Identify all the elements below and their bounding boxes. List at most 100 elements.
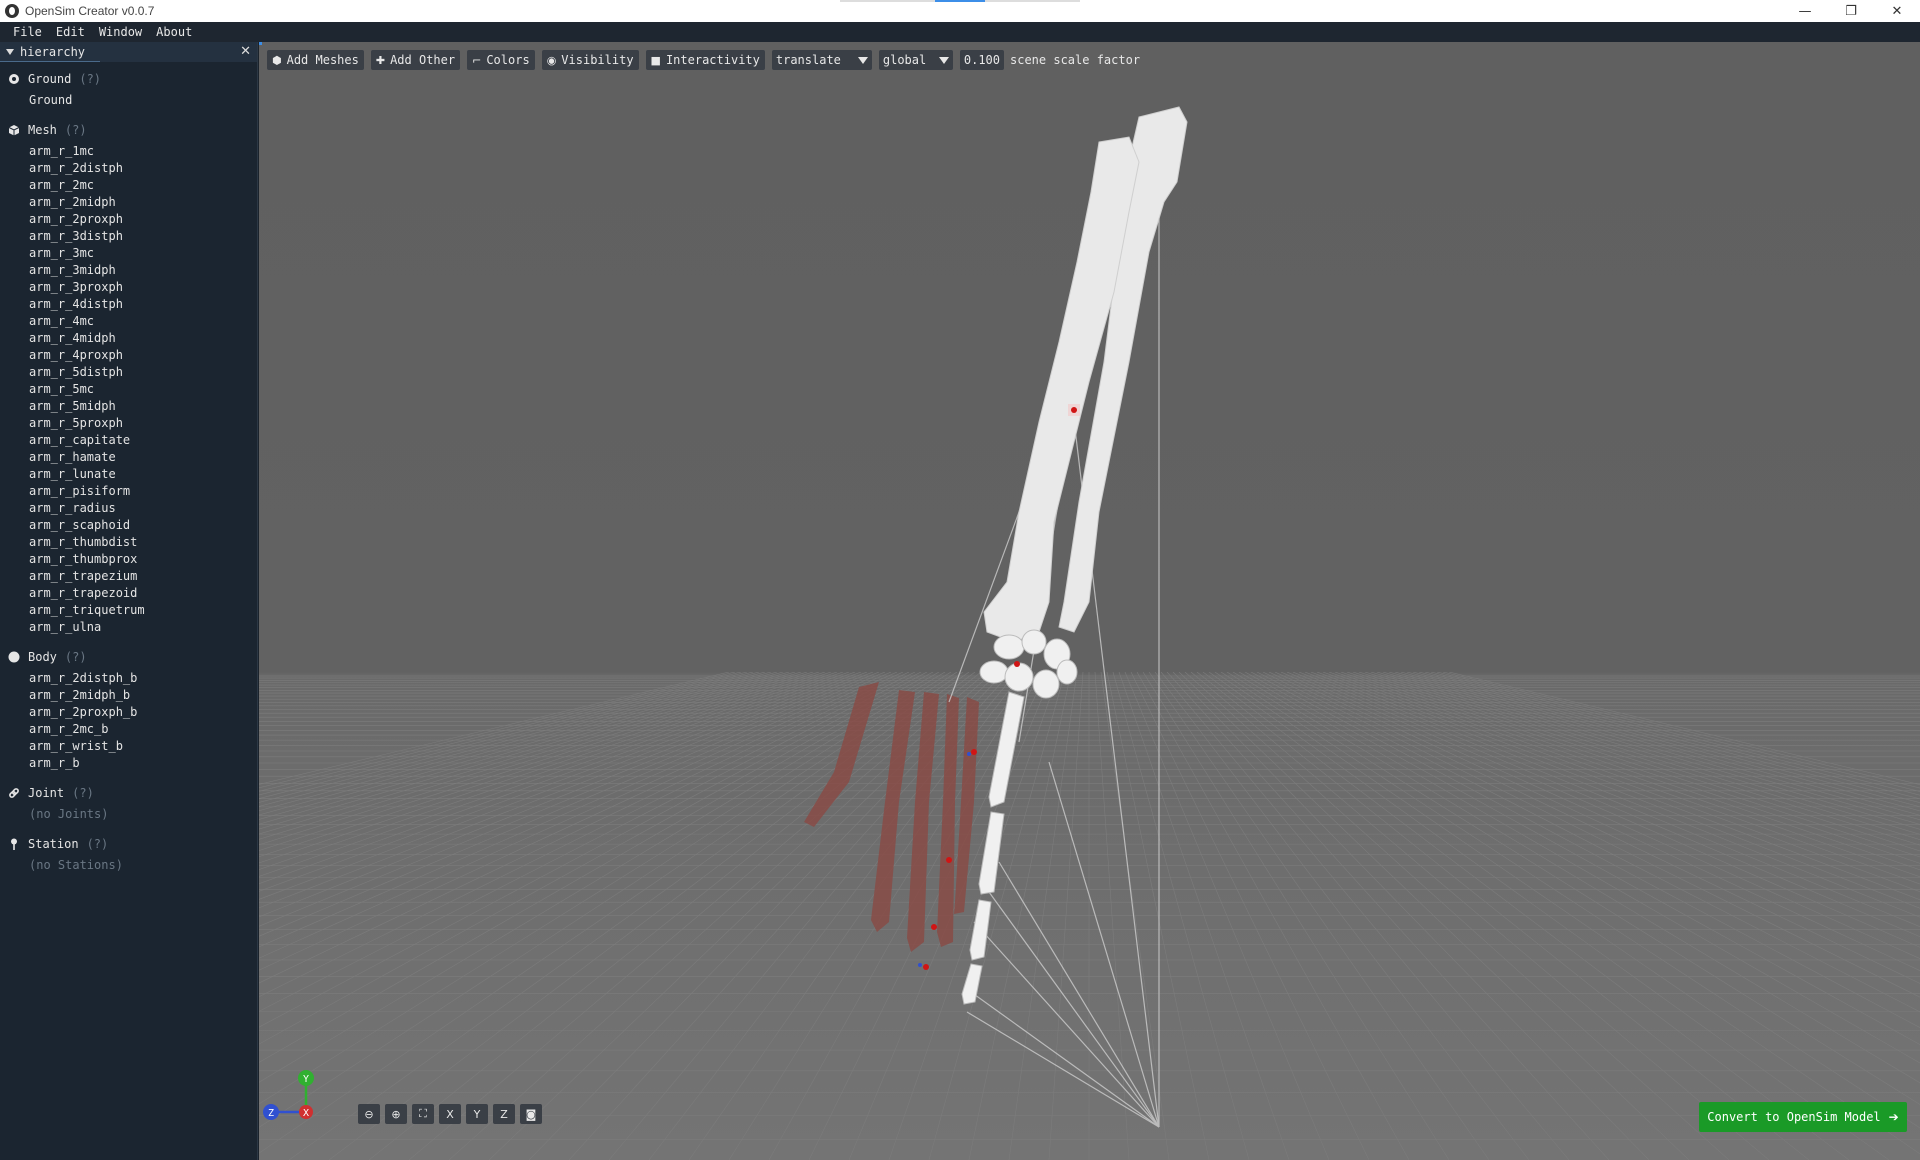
interactivity-button[interactable]: ■ Interactivity [645, 50, 765, 70]
list-item[interactable]: arm_r_thumbdist [29, 534, 257, 551]
camera-icon: ◙ [525, 1107, 537, 1121]
menu-window[interactable]: Window [92, 25, 149, 39]
help-hint[interactable]: (?) [79, 72, 101, 86]
view-z-button[interactable]: Z [493, 1104, 515, 1124]
list-item[interactable]: arm_r_scaphoid [29, 517, 257, 534]
collapse-triangle-icon[interactable] [6, 49, 14, 55]
list-item[interactable]: arm_r_2proxph [29, 211, 257, 228]
group-header-body[interactable]: Body (?) [8, 644, 257, 670]
tab-underline [0, 61, 100, 62]
hierarchy-group-joint: Joint (?) (no Joints) [0, 780, 257, 827]
window-titlebar: OpenSim Creator v0.0.7 — ❐ ✕ [0, 0, 1920, 22]
menu-edit[interactable]: Edit [49, 25, 92, 39]
list-item[interactable]: arm_r_3mc [29, 245, 257, 262]
manipulator-space-value: global [882, 53, 927, 67]
colors-label: Colors [486, 53, 530, 67]
list-item[interactable]: arm_r_2midph_b [29, 687, 257, 704]
add-meshes-button[interactable]: ⬢ Add Meshes [267, 50, 364, 70]
list-item[interactable]: arm_r_thumbprox [29, 551, 257, 568]
list-item[interactable]: arm_r_2distph [29, 160, 257, 177]
list-item[interactable]: arm_r_5proxph [29, 415, 257, 432]
convert-to-model-button[interactable]: Convert to OpenSim Model ➔ [1699, 1102, 1907, 1132]
menu-bar: File Edit Window About [0, 22, 1920, 42]
screenshot-button[interactable]: ◙ [520, 1104, 542, 1124]
list-item[interactable]: arm_r_2midph [29, 194, 257, 211]
help-hint[interactable]: (?) [72, 786, 94, 800]
list-item[interactable]: arm_r_2mc [29, 177, 257, 194]
view-x-button[interactable]: X [439, 1104, 461, 1124]
menu-file[interactable]: File [6, 25, 49, 39]
list-item[interactable]: Ground [29, 92, 257, 109]
hierarchy-panel: hierarchy ✕ Ground (?) Ground Mesh (?) arm_r_… [0, 42, 258, 1160]
list-item[interactable]: arm_r_5mc [29, 381, 257, 398]
axis-gizmo: Y Z X [263, 1070, 314, 1120]
list-item[interactable]: arm_r_3proxph [29, 279, 257, 296]
list-item[interactable]: arm_r_pisiform [29, 483, 257, 500]
help-hint[interactable]: (?) [87, 837, 109, 851]
scene-scale-label: scene scale factor [1010, 53, 1141, 67]
convert-label: Convert to OpenSim Model [1707, 1110, 1881, 1124]
visibility-button[interactable]: ◉ Visibility [541, 50, 639, 70]
list-item[interactable]: arm_r_triquetrum [29, 602, 257, 619]
list-item[interactable]: arm_r_2distph_b [29, 670, 257, 687]
colors-button[interactable]: ⌐ Colors [467, 50, 535, 70]
menu-about[interactable]: About [149, 25, 199, 39]
list-item[interactable]: arm_r_4proxph [29, 347, 257, 364]
list-item[interactable]: arm_r_4mc [29, 313, 257, 330]
manipulator-space-select[interactable]: global [878, 50, 953, 70]
maximize-button[interactable]: ❐ [1828, 0, 1874, 22]
cube-icon: ⬢ [272, 53, 282, 67]
list-item[interactable]: arm_r_b [29, 755, 257, 772]
add-other-button[interactable]: ✚ Add Other [370, 50, 461, 70]
zoom-out-button[interactable]: ⊖ [358, 1104, 380, 1124]
list-item[interactable]: arm_r_1mc [29, 143, 257, 160]
eye-icon: ◉ [546, 53, 557, 67]
group-name: Joint [28, 786, 65, 800]
list-item[interactable]: arm_r_capitate [29, 432, 257, 449]
list-item[interactable]: arm_r_5midph [29, 398, 257, 415]
list-item[interactable]: arm_r_4distph [29, 296, 257, 313]
close-button[interactable]: ✕ [1874, 0, 1920, 22]
help-hint[interactable]: (?) [65, 650, 87, 664]
list-item[interactable]: arm_r_hamate [29, 449, 257, 466]
empty-placeholder: (no Joints) [29, 807, 109, 821]
list-item[interactable]: arm_r_ulna [29, 619, 257, 636]
group-header-station[interactable]: Station (?) [8, 831, 257, 857]
list-item[interactable]: arm_r_5distph [29, 364, 257, 381]
hierarchy-group-ground: Ground (?) Ground [0, 66, 257, 113]
group-header-ground[interactable]: Ground (?) [8, 66, 257, 92]
view-y-button[interactable]: Y [466, 1104, 488, 1124]
add-meshes-label: Add Meshes [286, 53, 359, 67]
hierarchy-group-mesh: Mesh (?) arm_r_1mc arm_r_2distph arm_r_2mc ar… [0, 117, 257, 640]
list-item[interactable]: arm_r_radius [29, 500, 257, 517]
manipulator-mode-select[interactable]: translate [771, 50, 872, 70]
lock-icon: ■ [650, 53, 661, 67]
list-item[interactable]: arm_r_trapezoid [29, 585, 257, 602]
list-item[interactable]: arm_r_4midph [29, 330, 257, 347]
chevron-down-icon [938, 56, 949, 64]
link-icon [8, 787, 20, 799]
zoom-in-icon: ⊕ [391, 1107, 401, 1121]
ghost-hand [804, 682, 979, 952]
scene-scale-input[interactable]: 0.100 [959, 50, 1004, 70]
list-item[interactable]: arm_r_3distph [29, 228, 257, 245]
group-header-joint[interactable]: Joint (?) [8, 780, 257, 806]
list-item[interactable]: arm_r_3midph [29, 262, 257, 279]
group-header-mesh[interactable]: Mesh (?) [8, 117, 257, 143]
hierarchy-group-station: Station (?) (no Stations) [0, 831, 257, 878]
hierarchy-close-button[interactable]: ✕ [240, 44, 251, 59]
list-item[interactable]: arm_r_lunate [29, 466, 257, 483]
list-item[interactable]: arm_r_2mc_b [29, 721, 257, 738]
zoom-in-button[interactable]: ⊕ [385, 1104, 407, 1124]
group-items: (no Joints) [8, 806, 257, 827]
list-item[interactable]: arm_r_wrist_b [29, 738, 257, 755]
autoscale-button[interactable]: ⛶ [412, 1104, 434, 1124]
empty-placeholder: (no Stations) [29, 858, 123, 872]
add-other-label: Add Other [390, 53, 456, 67]
manipulator-mode-value: translate [775, 53, 841, 67]
list-item[interactable]: arm_r_trapezium [29, 568, 257, 585]
help-hint[interactable]: (?) [65, 123, 87, 137]
3d-viewport[interactable]: Y Z X ⬢ Add Meshes ✚ Add Other ⌐ Colors … [259, 42, 1920, 1160]
minimize-button[interactable]: — [1782, 0, 1828, 22]
list-item[interactable]: arm_r_2proxph_b [29, 704, 257, 721]
